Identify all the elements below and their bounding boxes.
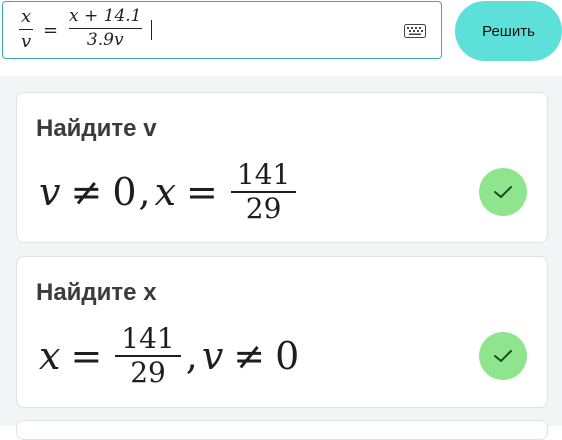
text-caret bbox=[151, 20, 152, 40]
lhs-fraction: x v bbox=[19, 6, 34, 52]
result-answer: x = 141 29 , v ≠ 0 bbox=[39, 325, 299, 387]
rhs-fraction: x + 14.1 3.9v bbox=[69, 8, 142, 49]
answer-zero: 0 bbox=[275, 334, 300, 378]
fraction-bar bbox=[19, 29, 34, 30]
answer-comma: , bbox=[185, 334, 198, 378]
fraction-denominator: 29 bbox=[245, 192, 282, 225]
equals-sign: = bbox=[70, 334, 103, 378]
fraction-denominator: 29 bbox=[130, 356, 166, 389]
result-title: Найдите x bbox=[36, 279, 157, 306]
equals-sign: = bbox=[186, 170, 218, 214]
answer-variable: x bbox=[154, 170, 177, 214]
top-bar: x v = x + 14.1 3.9v Решить bbox=[0, 0, 562, 76]
fraction-numerator: 141 bbox=[121, 322, 175, 355]
answer-variable: v bbox=[39, 170, 61, 214]
rhs-numerator: x + 14.1 bbox=[69, 6, 142, 26]
fraction-numerator: 141 bbox=[236, 158, 291, 191]
results-area: Найдите v v ≠ 0 , x = 141 29 Найдите x x… bbox=[0, 76, 562, 440]
result-title: Найдите v bbox=[36, 115, 157, 142]
lhs-numerator: x bbox=[21, 6, 32, 27]
result-answer: v ≠ 0 , x = 141 29 bbox=[39, 161, 299, 223]
fraction-bar bbox=[69, 28, 142, 29]
equation-input[interactable]: x v = x + 14.1 3.9v bbox=[2, 1, 442, 59]
not-equal-sign: ≠ bbox=[70, 170, 103, 214]
check-icon bbox=[479, 332, 527, 380]
answer-variable: v bbox=[201, 334, 224, 378]
not-equal-sign: ≠ bbox=[233, 334, 266, 378]
result-card-find-v: Найдите v v ≠ 0 , x = 141 29 bbox=[16, 92, 548, 243]
answer-comma: , bbox=[138, 170, 151, 214]
rhs-denominator: 3.9v bbox=[86, 30, 124, 50]
equals-sign: = bbox=[43, 20, 59, 41]
result-card-partial bbox=[16, 420, 548, 440]
solve-button[interactable]: Решить bbox=[455, 1, 562, 61]
answer-zero: 0 bbox=[112, 170, 137, 214]
answer-fraction: 141 29 bbox=[115, 322, 181, 389]
answer-variable: x bbox=[39, 334, 61, 378]
keyboard-icon[interactable] bbox=[404, 24, 426, 38]
answer-fraction: 141 29 bbox=[230, 158, 297, 225]
check-icon bbox=[479, 168, 527, 216]
result-card-find-x: Найдите x x = 141 29 , v ≠ 0 bbox=[16, 256, 548, 408]
lhs-denominator: v bbox=[21, 31, 32, 52]
